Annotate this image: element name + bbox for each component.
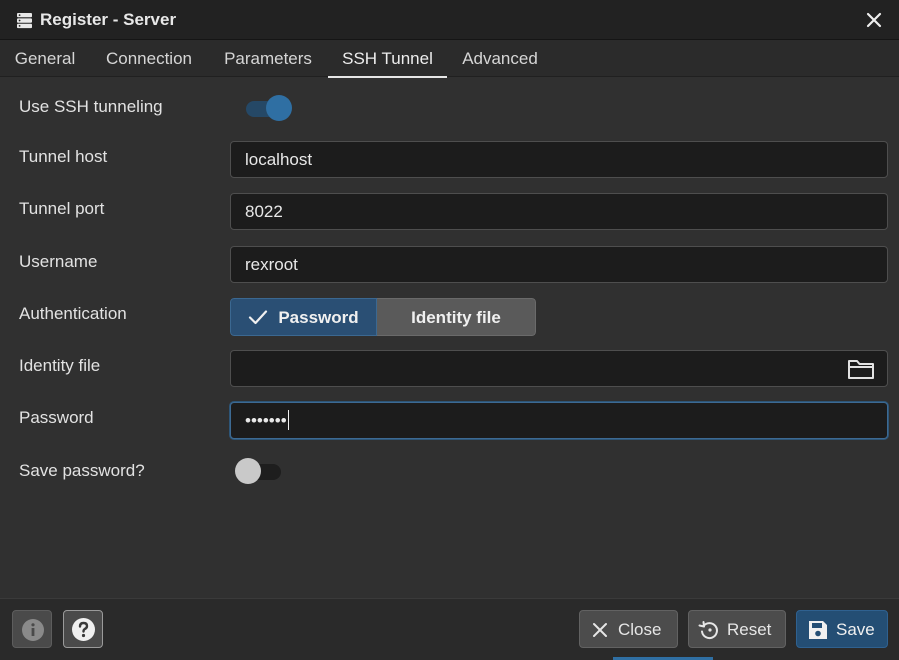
toggle-knob	[266, 95, 292, 121]
tab-connection[interactable]: Connection	[94, 40, 204, 77]
dialog-footer: Close Reset Save	[0, 598, 899, 660]
tunnel-host-input[interactable]: localhost	[230, 141, 888, 178]
identity-file-label: Identity file	[19, 356, 101, 375]
auth-option-password[interactable]: Password	[230, 298, 377, 336]
reset-button-label: Reset	[727, 620, 772, 639]
reset-icon	[698, 621, 718, 640]
text-caret	[287, 410, 289, 430]
tunnel-host-label: Tunnel host	[19, 147, 108, 166]
info-button[interactable]	[12, 610, 52, 648]
info-icon	[22, 619, 44, 641]
password-input[interactable]: •••••••	[230, 402, 888, 439]
reset-button[interactable]: Reset	[688, 610, 786, 648]
tab-advanced[interactable]: Advanced	[452, 40, 548, 77]
authentication-label: Authentication	[19, 304, 127, 323]
username-input[interactable]: rexroot	[230, 246, 888, 283]
identity-file-input[interactable]	[230, 350, 888, 387]
close-button[interactable]: Close	[579, 610, 678, 648]
auth-option-password-label: Password	[278, 308, 359, 327]
tab-general[interactable]: General	[6, 40, 84, 77]
help-icon	[72, 618, 95, 641]
dialog-title: Register - Server	[40, 10, 177, 29]
tab-parameters[interactable]: Parameters	[212, 40, 324, 77]
save-password-toggle[interactable]	[235, 458, 283, 484]
use-ssh-label: Use SSH tunneling	[19, 97, 163, 116]
save-password-label: Save password?	[19, 461, 145, 480]
tunnel-port-label: Tunnel port	[19, 199, 105, 218]
folder-icon[interactable]	[846, 356, 876, 382]
register-server-dialog: Register - Server General Connection Par…	[0, 0, 899, 660]
close-button-label: Close	[618, 620, 662, 639]
save-button[interactable]: Save	[796, 610, 888, 648]
tunnel-port-input[interactable]: 8022	[230, 193, 888, 230]
tab-ssh-tunnel[interactable]: SSH Tunnel	[328, 40, 447, 78]
auth-option-identity-file[interactable]: Identity file	[377, 298, 536, 336]
use-ssh-toggle[interactable]	[246, 95, 292, 121]
password-label: Password	[19, 408, 94, 427]
close-icon[interactable]	[863, 9, 885, 31]
save-icon	[809, 621, 827, 639]
tab-bar: General Connection Parameters SSH Tunnel…	[0, 40, 899, 78]
save-button-label: Save	[836, 620, 875, 639]
check-icon	[249, 310, 268, 325]
password-mask: •••••••	[245, 411, 287, 430]
server-icon	[17, 13, 32, 29]
toggle-knob	[235, 458, 261, 484]
title-bar: Register - Server	[0, 0, 899, 40]
username-label: Username	[19, 252, 98, 271]
close-icon	[593, 623, 607, 637]
authentication-selector: Password Identity file	[230, 298, 536, 336]
help-button[interactable]	[63, 610, 103, 648]
